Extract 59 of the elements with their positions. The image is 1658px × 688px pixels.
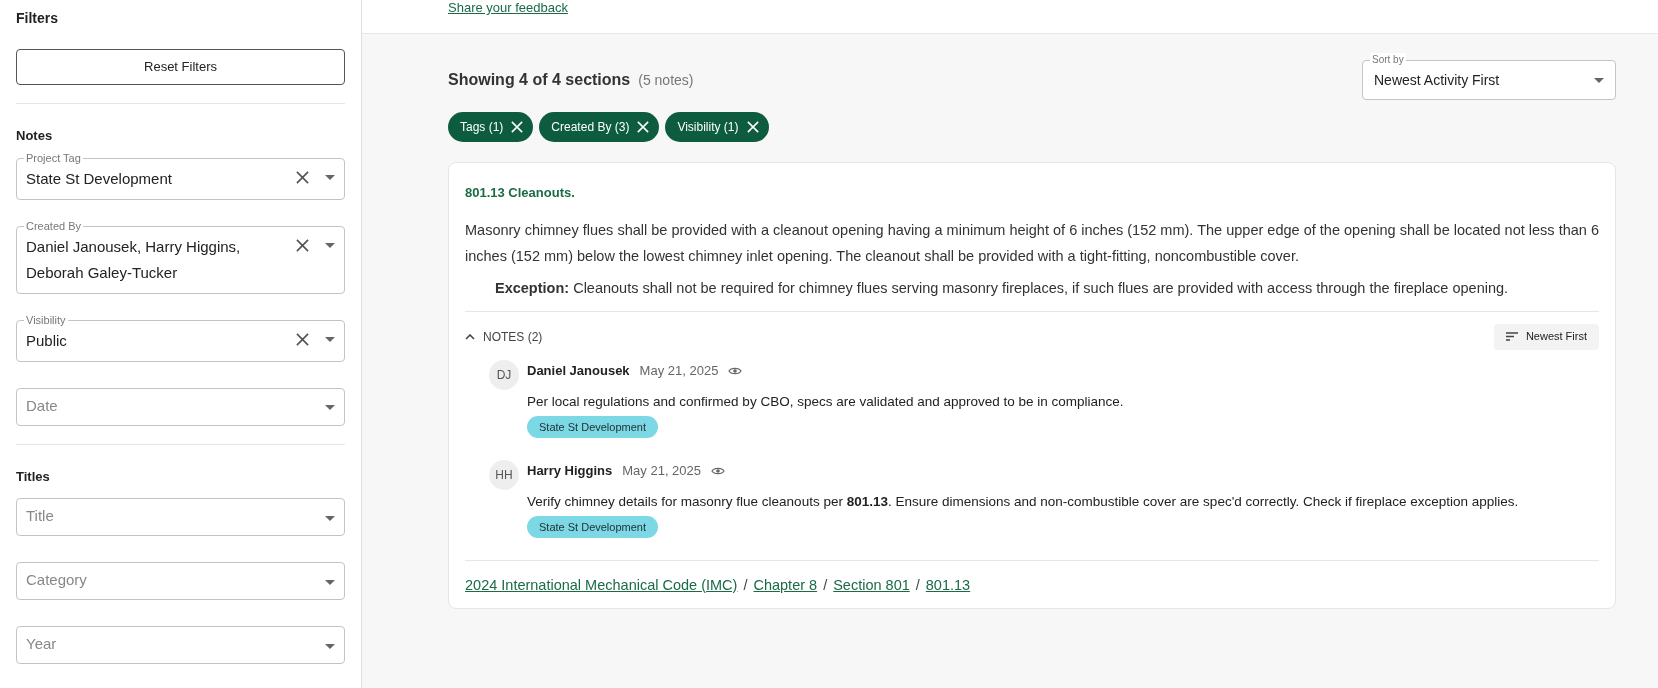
sort-icon [1505, 332, 1518, 341]
breadcrumb-link[interactable]: 2024 International Mechanical Code (IMC) [465, 574, 738, 597]
breadcrumb-link[interactable]: 801.13 [925, 574, 971, 597]
field-value: Public [26, 330, 68, 351]
clear-icon[interactable] [296, 333, 309, 346]
dropdown-caret-icon [325, 337, 335, 342]
clear-icon[interactable] [296, 239, 309, 252]
dropdown-caret-icon [325, 243, 335, 248]
filter-group-title: Titles [16, 467, 51, 486]
notes-toggle[interactable]: NOTES (2) [465, 327, 543, 346]
dropdown-caret-icon [325, 579, 335, 585]
breadcrumb-link[interactable]: Section 801 [833, 574, 910, 597]
note-date: May 21, 2025 [639, 361, 719, 380]
filter-group-title: Notes [16, 127, 54, 145]
dropdown-caret-icon [325, 175, 335, 180]
filter-chip[interactable]: Tags (1) [448, 112, 534, 142]
field-placeholder: Date [26, 395, 59, 416]
sort-value: Newest Activity First [1374, 70, 1500, 90]
filter-chip[interactable]: Created By (3) [539, 112, 660, 142]
results-summary: Showing 4 of 4 sections [448, 70, 631, 90]
filter-chip[interactable]: Visibility (1) [665, 112, 769, 142]
eye-icon [728, 365, 743, 376]
breadcrumb-separator: / [915, 575, 920, 595]
field-value: Daniel Janousek, Harry Higgins, Deborah Galey-Tucker [26, 236, 242, 283]
section-title[interactable]: 801.13 Cleanouts. [465, 183, 1599, 203]
breadcrumb-separator: / [743, 575, 748, 595]
field-placeholder: Year [26, 634, 58, 654]
breadcrumb-link[interactable]: Chapter 8 [753, 574, 818, 597]
dropdown-caret-icon [325, 643, 335, 649]
notes-count: (5 notes) [638, 71, 694, 90]
field-placeholder: Title [26, 506, 55, 526]
project-tag[interactable]: State St Development [527, 515, 658, 538]
note-author: Harry Higgins [527, 461, 613, 480]
filters-title: Filters [16, 9, 59, 28]
note-date: May 21, 2025 [622, 461, 702, 480]
exception-text: Exception: Cleanouts shall not be required for chimney flues serving masonry fireplaces, if such flues are provided with access through the fireplace opening. [495, 278, 1510, 298]
chevron-up-icon [465, 333, 475, 340]
avatar: HH [489, 459, 519, 490]
clear-icon[interactable] [296, 171, 309, 184]
field-label: Sort by [1370, 53, 1406, 67]
dropdown-caret-icon [325, 405, 335, 410]
note-text: Per local regulations and confirmed by CBO, specs are validated and approved to be in compliance. [527, 392, 1125, 411]
note-author: Daniel Janousek [527, 361, 630, 380]
project-tag[interactable]: State St Development [527, 415, 658, 438]
field-placeholder: Category [26, 570, 88, 590]
breadcrumb-separator: / [823, 575, 828, 595]
dropdown-caret-icon [1594, 77, 1604, 83]
remove-icon[interactable] [637, 121, 650, 133]
remove-icon[interactable] [746, 121, 759, 133]
field-value: State St Development [26, 168, 173, 189]
reset-filters-button[interactable]: Reset Filters [16, 49, 345, 85]
eye-icon [711, 465, 726, 476]
newest-first-button[interactable]: Newest First [1493, 323, 1599, 350]
dropdown-caret-icon [325, 515, 335, 521]
section-text: Masonry chimney flues shall be provided with a cleanout opening having a minimum height of 6 inches (152 mm). The upper edge of the opening shall be located not less than 6 inches (152 mm) below the lowest chimney inlet opening. The cleanout shall be provided with a tight-fitting, noncombustible cover. [465, 220, 1599, 266]
avatar: DJ [489, 359, 519, 390]
feedback-link[interactable]: Share your feedback [448, 0, 568, 16]
note-text: Verify chimney details for masonry flue cleanouts per 801.13. Ensure dimensions and non-combustible cover are spec'd correctly. Check if fireplace exception applies. [527, 492, 1520, 511]
remove-icon[interactable] [511, 121, 524, 133]
